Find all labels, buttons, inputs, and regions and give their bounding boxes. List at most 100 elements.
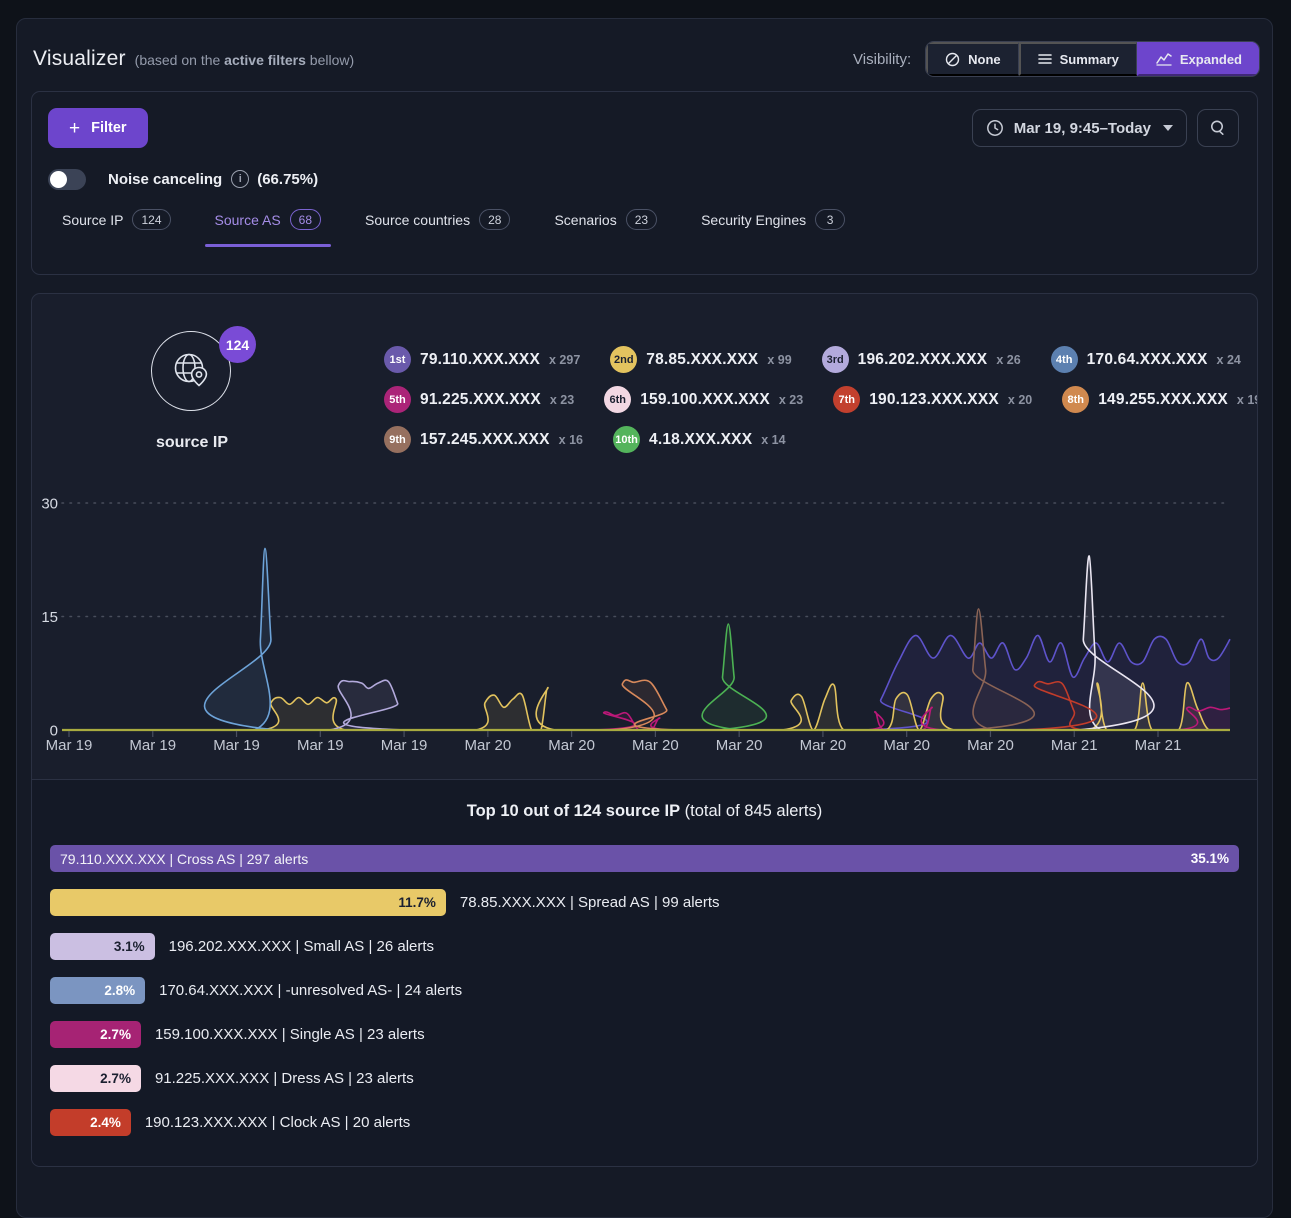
- noise-canceling-toggle[interactable]: [48, 169, 86, 190]
- filter-button-label: Filter: [91, 120, 126, 136]
- source-ip-value: 79.110.XXX.XXX: [420, 351, 540, 369]
- bar-outside-label: 159.100.XXX.XXX | Single AS | 23 alerts: [155, 1026, 425, 1043]
- svg-text:Mar 20: Mar 20: [800, 737, 847, 754]
- svg-text:Mar 20: Mar 20: [465, 737, 512, 754]
- tab-security-engines[interactable]: Security Engines3: [701, 209, 845, 247]
- tab-count-badge: 3: [815, 209, 845, 230]
- bar-percentage: 3.1%: [114, 939, 145, 954]
- source-ip-value: 78.85.XXX.XXX: [646, 351, 758, 369]
- legend-item-9th[interactable]: 9th 157.245.XXX.XXX x 16: [384, 426, 583, 453]
- percentage-bar: 11.7%: [50, 889, 446, 916]
- top10-bar-row[interactable]: 2.8%170.64.XXX.XXX | -unresolved AS- | 2…: [50, 977, 1239, 1004]
- noise-canceling-row: Noise canceling i (66.75%): [48, 167, 1241, 191]
- search-button[interactable]: [1197, 109, 1239, 147]
- percentage-bar: 79.110.XXX.XXX | Cross AS | 297 alerts 35…: [50, 845, 1239, 872]
- svg-text:Mar 19: Mar 19: [213, 737, 260, 754]
- info-icon[interactable]: i: [231, 170, 249, 188]
- rank-badge: 1st: [384, 346, 411, 373]
- legend-row: 1st 79.110.XXX.XXX x 297 2nd78.85.XXX.XXXx …: [384, 346, 1258, 373]
- alert-count: x 19: [1237, 393, 1258, 407]
- visibility-control: Visibility: NoneSummaryExpanded: [853, 41, 1260, 77]
- bar-percentage: 35.1%: [1191, 851, 1229, 866]
- svg-text:Mar 19: Mar 19: [297, 737, 344, 754]
- visibility-option-expanded[interactable]: Expanded: [1137, 42, 1259, 76]
- tab-count-badge: 28: [479, 209, 510, 230]
- search-icon: [1209, 119, 1227, 137]
- tab-count-badge: 23: [626, 209, 657, 230]
- rank-badge: 10th: [613, 426, 640, 453]
- alert-count: x 297: [549, 353, 580, 367]
- alert-count: x 20: [1008, 393, 1032, 407]
- top10-bar-row[interactable]: 3.1%196.202.XXX.XXX | Small AS | 26 aler…: [50, 933, 1239, 960]
- clock-icon: [986, 119, 1004, 137]
- source-ip-value: 190.123.XXX.XXX: [869, 391, 999, 409]
- source-ip-value: 159.100.XXX.XXX: [640, 391, 770, 409]
- tab-source-countries[interactable]: Source countries28: [365, 209, 510, 247]
- visualizer-panel: Visualizer (based on the active filters …: [16, 18, 1273, 1218]
- bar-percentage: 11.7%: [398, 895, 436, 910]
- tab-label: Source IP: [62, 212, 123, 228]
- tab-source-ip[interactable]: Source IP124: [62, 209, 171, 247]
- entity-summary: 124 source IP: [32, 294, 352, 486]
- tab-scenarios[interactable]: Scenarios 23: [554, 209, 657, 247]
- legend-item-10th[interactable]: 10th4.18.XXX.XXXx 14: [613, 426, 786, 453]
- visibility-option-label: Summary: [1060, 52, 1119, 67]
- globe-pin-icon: [166, 346, 216, 396]
- alert-count: x 26: [996, 353, 1020, 367]
- legend-item-1st[interactable]: 1st 79.110.XXX.XXX x 297: [384, 346, 580, 373]
- alert-count: x 16: [559, 433, 583, 447]
- page-subtitle: (based on the active filters bellow): [135, 52, 354, 68]
- filter-tabs: Source IP124 Source AS68 Source countries2…: [48, 209, 1241, 247]
- tab-label: Scenarios: [554, 212, 616, 228]
- percentage-bar: 2.4%: [50, 1109, 131, 1136]
- tab-source-as[interactable]: Source AS68: [215, 209, 322, 247]
- legend-item-5th[interactable]: 5th91.225.XXX.XXXx 23: [384, 386, 574, 413]
- top10-title: Top 10 out of 124 source IP (total of 84…: [32, 802, 1257, 821]
- percentage-bar: 3.1%: [50, 933, 155, 960]
- legend-item-3rd[interactable]: 3rd196.202.XXX.XXXx 26: [822, 346, 1021, 373]
- legend-item-6th[interactable]: 6th159.100.XXX.XXXx 23: [604, 386, 803, 413]
- source-ip-value: 149.255.XXX.XXX: [1098, 391, 1228, 409]
- svg-text:Mar 20: Mar 20: [716, 737, 763, 754]
- bar-inside-label: 79.110.XXX.XXX | Cross AS | 297 alerts: [60, 851, 308, 867]
- legend-item-7th[interactable]: 7th190.123.XXX.XXXx 20: [833, 386, 1032, 413]
- source-ip-value: 157.245.XXX.XXX: [420, 431, 550, 449]
- legend-row: 5th91.225.XXX.XXXx 236th159.100.XXX.XXXx…: [384, 386, 1258, 413]
- legend-item-8th[interactable]: 8th149.255.XXX.XXXx 19: [1062, 386, 1258, 413]
- percentage-bar: 2.7%: [50, 1021, 141, 1048]
- top-sources-legend: 1st 79.110.XXX.XXX x 297 2nd78.85.XXX.XXXx …: [384, 346, 1258, 486]
- alert-count: x 14: [761, 433, 785, 447]
- tab-count-badge: 68: [290, 209, 321, 230]
- percentage-bar: 2.7%: [50, 1065, 141, 1092]
- top10-bar-row[interactable]: 2.4%190.123.XXX.XXX | Clock AS | 20 aler…: [50, 1109, 1239, 1136]
- top10-bar-row[interactable]: 2.7% 159.100.XXX.XXX | Single AS | 23 ale…: [50, 1021, 1239, 1048]
- rank-badge: 5th: [384, 386, 411, 413]
- add-filter-button[interactable]: + Filter: [48, 108, 148, 148]
- source-ip-value: 91.225.XXX.XXX: [420, 391, 541, 409]
- rank-badge: 6th: [604, 386, 631, 413]
- visibility-option-summary[interactable]: Summary: [1019, 42, 1137, 76]
- legend-item-2nd[interactable]: 2nd78.85.XXX.XXXx 99: [610, 346, 791, 373]
- top10-bar-row[interactable]: 79.110.XXX.XXX | Cross AS | 297 alerts 35…: [50, 845, 1239, 872]
- visibility-option-none[interactable]: None: [926, 42, 1019, 76]
- top10-section: Top 10 out of 124 source IP (total of 84…: [32, 779, 1257, 1166]
- page-title: Visualizer: [33, 47, 126, 71]
- source-ip-value: 170.64.XXX.XXX: [1087, 351, 1208, 369]
- svg-text:Mar 19: Mar 19: [46, 737, 93, 754]
- slash-circle-icon: [945, 52, 960, 67]
- svg-text:Mar 20: Mar 20: [632, 737, 679, 754]
- bar-percentage: 2.8%: [104, 983, 135, 998]
- svg-text:15: 15: [41, 609, 58, 626]
- date-range-picker[interactable]: Mar 19, 9:45–Today: [972, 109, 1187, 147]
- rank-badge: 9th: [384, 426, 411, 453]
- legend-item-4th[interactable]: 4th170.64.XXX.XXXx 24: [1051, 346, 1241, 373]
- entity-count-badge: 124: [219, 326, 256, 363]
- visibility-option-label: Expanded: [1180, 52, 1242, 67]
- bar-percentage: 2.7%: [100, 1071, 131, 1086]
- top10-bar-row[interactable]: 2.7%91.225.XXX.XXX | Dress AS | 23 alert…: [50, 1065, 1239, 1092]
- alerts-timeline-chart: 30150Mar 19Mar 19Mar 19Mar 19Mar 19Mar 2…: [32, 486, 1258, 779]
- svg-text:Mar 20: Mar 20: [548, 737, 595, 754]
- date-range-value: Mar 19, 9:45–Today: [1014, 120, 1151, 137]
- source-ip-value: 196.202.XXX.XXX: [858, 351, 988, 369]
- top10-bar-row[interactable]: 11.7%78.85.XXX.XXX | Spread AS | 99 aler…: [50, 889, 1239, 916]
